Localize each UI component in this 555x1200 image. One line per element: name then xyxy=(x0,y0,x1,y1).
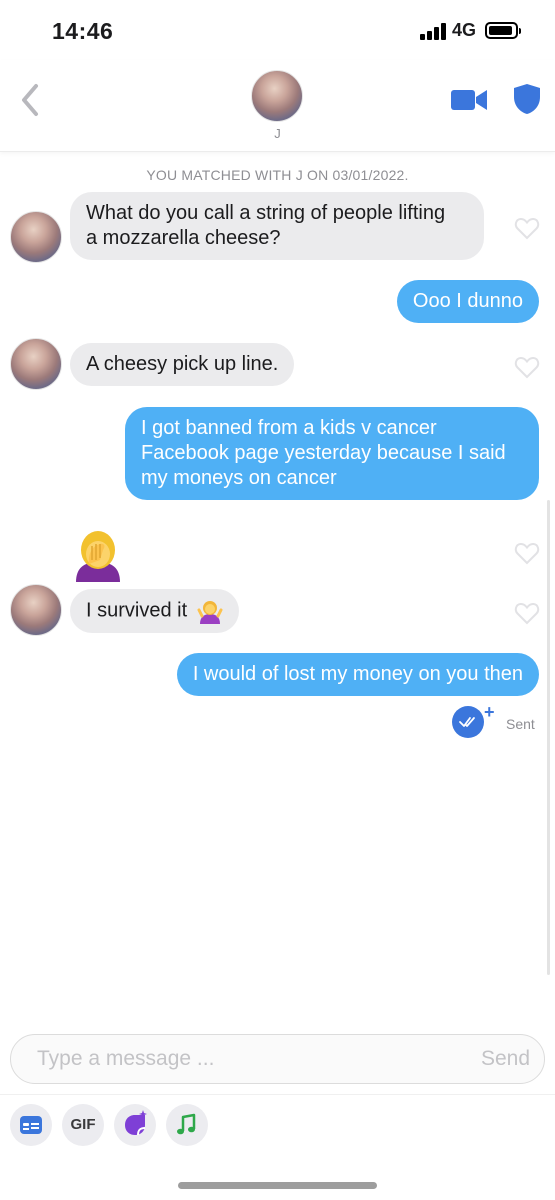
battery-icon xyxy=(485,22,521,39)
message-input[interactable]: Type a message ... xyxy=(37,1047,214,1071)
woman-facepalming-emoji[interactable] xyxy=(70,526,126,582)
safety-button[interactable] xyxy=(511,82,543,116)
message-text-line: a mozzarella cheese? xyxy=(86,227,281,249)
id-card-icon xyxy=(20,1116,42,1134)
back-button[interactable] xyxy=(14,80,48,120)
sticker-icon xyxy=(125,1110,147,1136)
sent-status: Sent xyxy=(506,716,535,732)
message-bubble-incoming[interactable]: What do you call a string of people lift… xyxy=(70,192,484,260)
message-bubble-outgoing[interactable]: Ooo I dunno xyxy=(396,280,539,323)
video-camera-icon xyxy=(451,90,487,110)
message-text-line: my moneys on cancer xyxy=(141,467,337,489)
message-composer[interactable]: Type a message ... Send xyxy=(10,1034,545,1084)
scrollbar[interactable] xyxy=(547,500,550,975)
send-button[interactable]: Send xyxy=(481,1047,530,1071)
match-date-banner: YOU MATCHED WITH J ON 03/01/2022. xyxy=(146,167,409,183)
chevron-left-icon xyxy=(22,84,38,116)
gif-icon: GIF xyxy=(70,1116,96,1133)
sender-avatar[interactable] xyxy=(10,211,62,263)
message-bubble-outgoing[interactable]: I got banned from a kids v cancer Facebo… xyxy=(125,407,539,500)
message-bubble-incoming[interactable]: A cheesy pick up line. xyxy=(70,343,295,386)
music-button[interactable] xyxy=(166,1104,208,1146)
divider xyxy=(0,1094,555,1095)
read-receipt-button[interactable] xyxy=(452,706,484,738)
heart-icon[interactable] xyxy=(514,541,540,565)
message-bubble-incoming[interactable]: I survived it xyxy=(70,589,239,633)
heart-icon[interactable] xyxy=(514,355,540,379)
sticker-button[interactable] xyxy=(114,1104,156,1146)
match-name: J xyxy=(274,126,281,141)
gif-button[interactable]: GIF xyxy=(62,1104,104,1146)
video-call-button[interactable] xyxy=(450,86,490,114)
heart-icon[interactable] xyxy=(514,216,540,240)
home-indicator[interactable] xyxy=(178,1182,377,1189)
message-text-line: Facebook page yesterday because I said xyxy=(141,442,506,464)
sender-avatar[interactable] xyxy=(10,338,62,390)
heart-icon[interactable] xyxy=(514,601,540,625)
woman-shrugging-emoji xyxy=(197,601,223,624)
message-text-line: What do you call a string of people lift… xyxy=(86,202,446,224)
id-card-button[interactable] xyxy=(10,1104,52,1146)
shield-icon xyxy=(514,84,540,114)
chat-header: J xyxy=(0,60,555,152)
match-avatar[interactable] xyxy=(251,70,303,122)
music-note-icon xyxy=(177,1113,196,1135)
network-type: 4G xyxy=(452,20,477,40)
status-time: 14:46 xyxy=(52,18,114,44)
message-text-line: I got banned from a kids v cancer xyxy=(141,417,437,439)
status-bar: 14:46 4G xyxy=(0,0,555,60)
message-bubble-outgoing[interactable]: I would of lost my money on you then xyxy=(176,653,539,696)
sender-avatar[interactable] xyxy=(10,584,62,636)
plus-icon: + xyxy=(484,702,495,722)
double-check-icon xyxy=(459,717,475,727)
cellular-signal-icon xyxy=(420,22,446,40)
message-text: I survived it xyxy=(86,599,188,622)
